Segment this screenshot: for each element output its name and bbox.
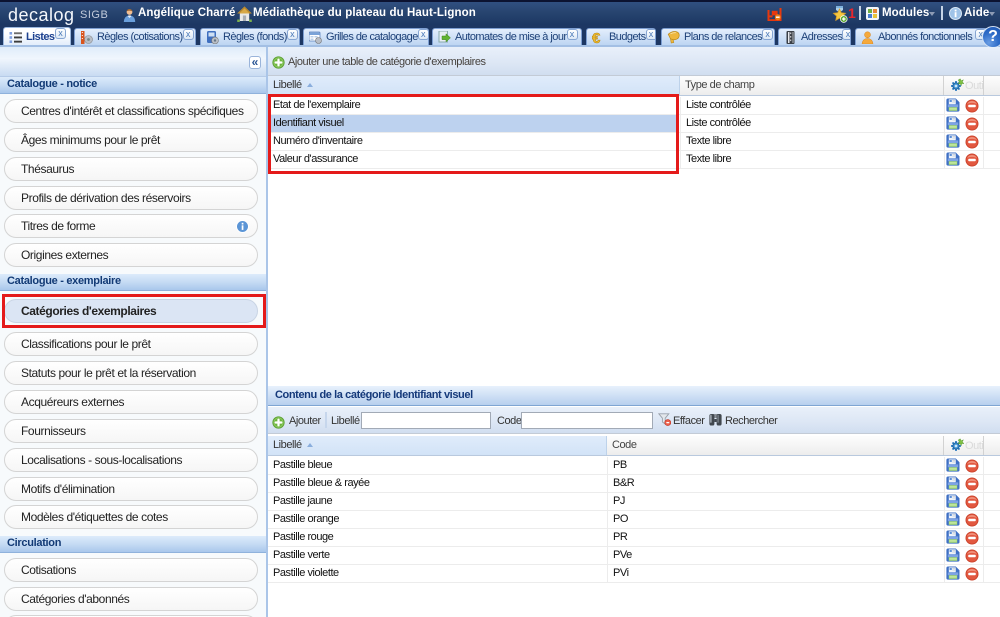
svg-text:€: €: [592, 31, 601, 44]
